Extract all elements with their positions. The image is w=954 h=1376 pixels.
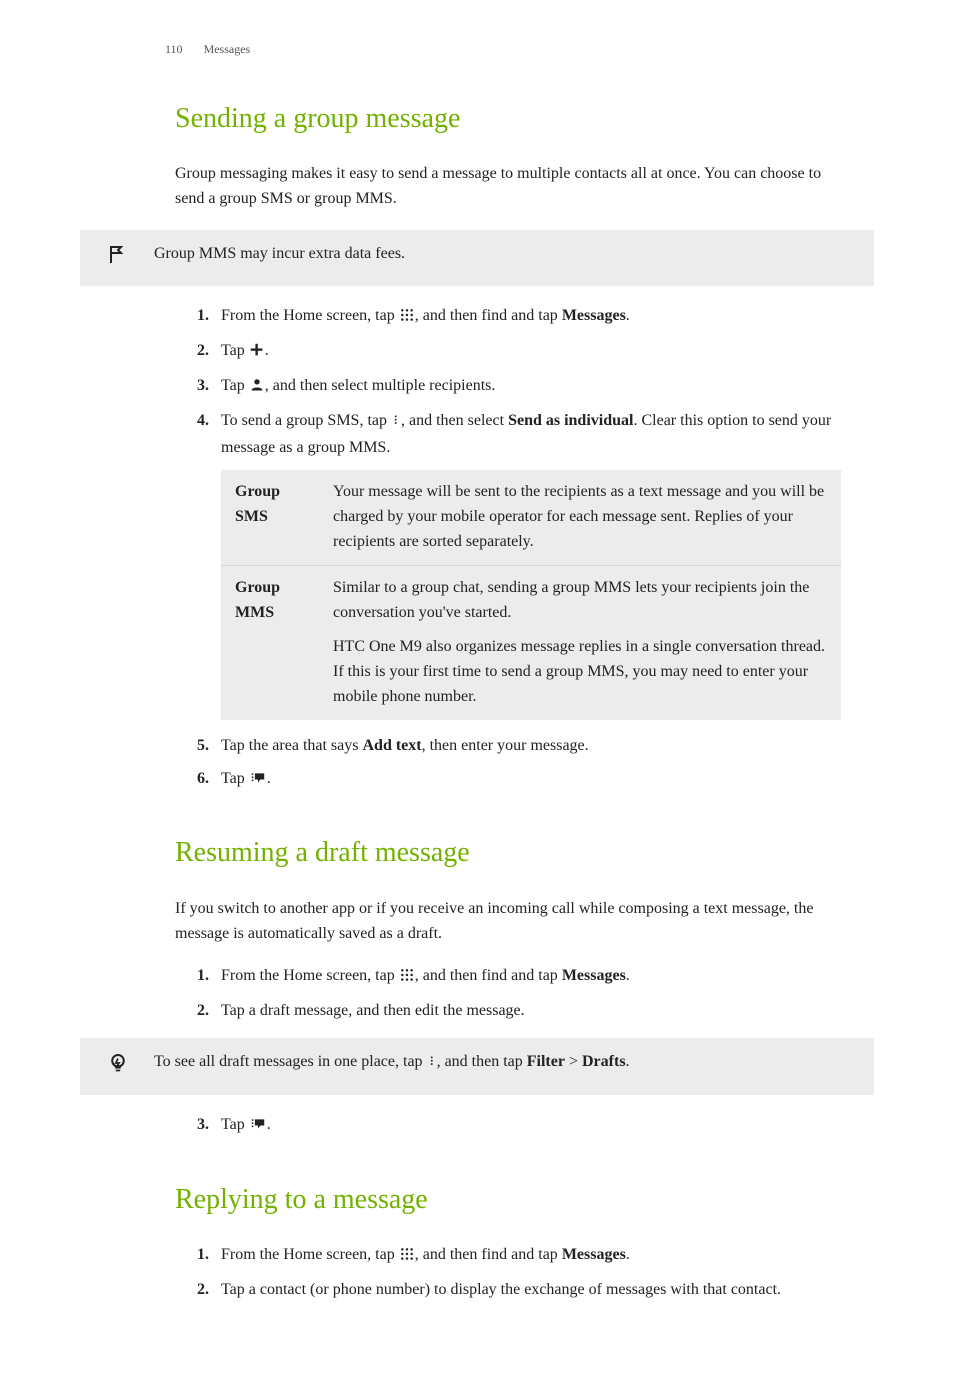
option-value: Your message will be sent to the recipie… xyxy=(319,470,841,565)
plus-icon xyxy=(249,341,265,366)
list-item: From the Home screen, tap , and then fin… xyxy=(213,304,849,331)
note-box: Group MMS may incur extra data fees. xyxy=(80,230,874,287)
heading-replying: Replying to a message xyxy=(105,1178,849,1221)
overflow-icon xyxy=(427,1052,437,1077)
send-icon xyxy=(249,1115,267,1140)
option-value: Similar to a group chat, sending a group… xyxy=(319,565,841,719)
document-page: 110 Messages Sending a group message Gro… xyxy=(0,0,954,1376)
heading-sending-group: Sending a group message xyxy=(105,97,849,140)
flag-icon xyxy=(98,242,148,275)
section-label: Messages xyxy=(204,42,251,56)
list-item: Tap , and then select multiple recipient… xyxy=(213,374,849,401)
page-header: 110 Messages xyxy=(105,40,849,59)
apps-grid-icon xyxy=(399,966,415,991)
option-key: Group MMS xyxy=(221,565,319,719)
steps-list-2a: From the Home screen, tap , and then fin… xyxy=(105,964,849,1024)
apps-grid-icon xyxy=(399,1245,415,1270)
list-item: From the Home screen, tap , and then fin… xyxy=(213,964,849,991)
send-icon xyxy=(249,769,267,794)
person-icon xyxy=(249,376,265,401)
list-item: Tap the area that says Add text, then en… xyxy=(213,734,849,759)
overflow-icon xyxy=(391,411,401,436)
list-item: Tap . xyxy=(213,767,849,794)
list-item: Tap . xyxy=(213,339,849,366)
tip-text: To see all draft messages in one place, … xyxy=(148,1050,856,1077)
steps-list-2b: Tap . xyxy=(105,1113,849,1140)
steps-list-3: From the Home screen, tap , and then fin… xyxy=(105,1243,849,1303)
table-row: Group SMS Your message will be sent to t… xyxy=(221,470,841,565)
intro-paragraph: If you switch to another app or if you r… xyxy=(105,897,849,947)
steps-list-1: From the Home screen, tap , and then fin… xyxy=(105,304,849,793)
options-table: Group SMS Your message will be sent to t… xyxy=(221,470,841,719)
list-item: Tap . xyxy=(213,1113,849,1140)
list-item: Tap a contact (or phone number) to displ… xyxy=(213,1278,849,1303)
heading-resuming-draft: Resuming a draft message xyxy=(105,831,849,874)
list-item: To send a group SMS, tap , and then sele… xyxy=(213,409,849,720)
apps-grid-icon xyxy=(399,306,415,331)
list-item: Tap a draft message, and then edit the m… xyxy=(213,999,849,1024)
intro-paragraph: Group messaging makes it easy to send a … xyxy=(105,162,849,212)
option-key: Group SMS xyxy=(221,470,319,565)
page-number: 110 xyxy=(165,40,183,59)
tip-bulb-icon xyxy=(98,1050,148,1083)
tip-box: To see all draft messages in one place, … xyxy=(80,1038,874,1095)
list-item: From the Home screen, tap , and then fin… xyxy=(213,1243,849,1270)
note-text: Group MMS may incur extra data fees. xyxy=(148,242,856,267)
table-row: Group MMS Similar to a group chat, sendi… xyxy=(221,565,841,719)
